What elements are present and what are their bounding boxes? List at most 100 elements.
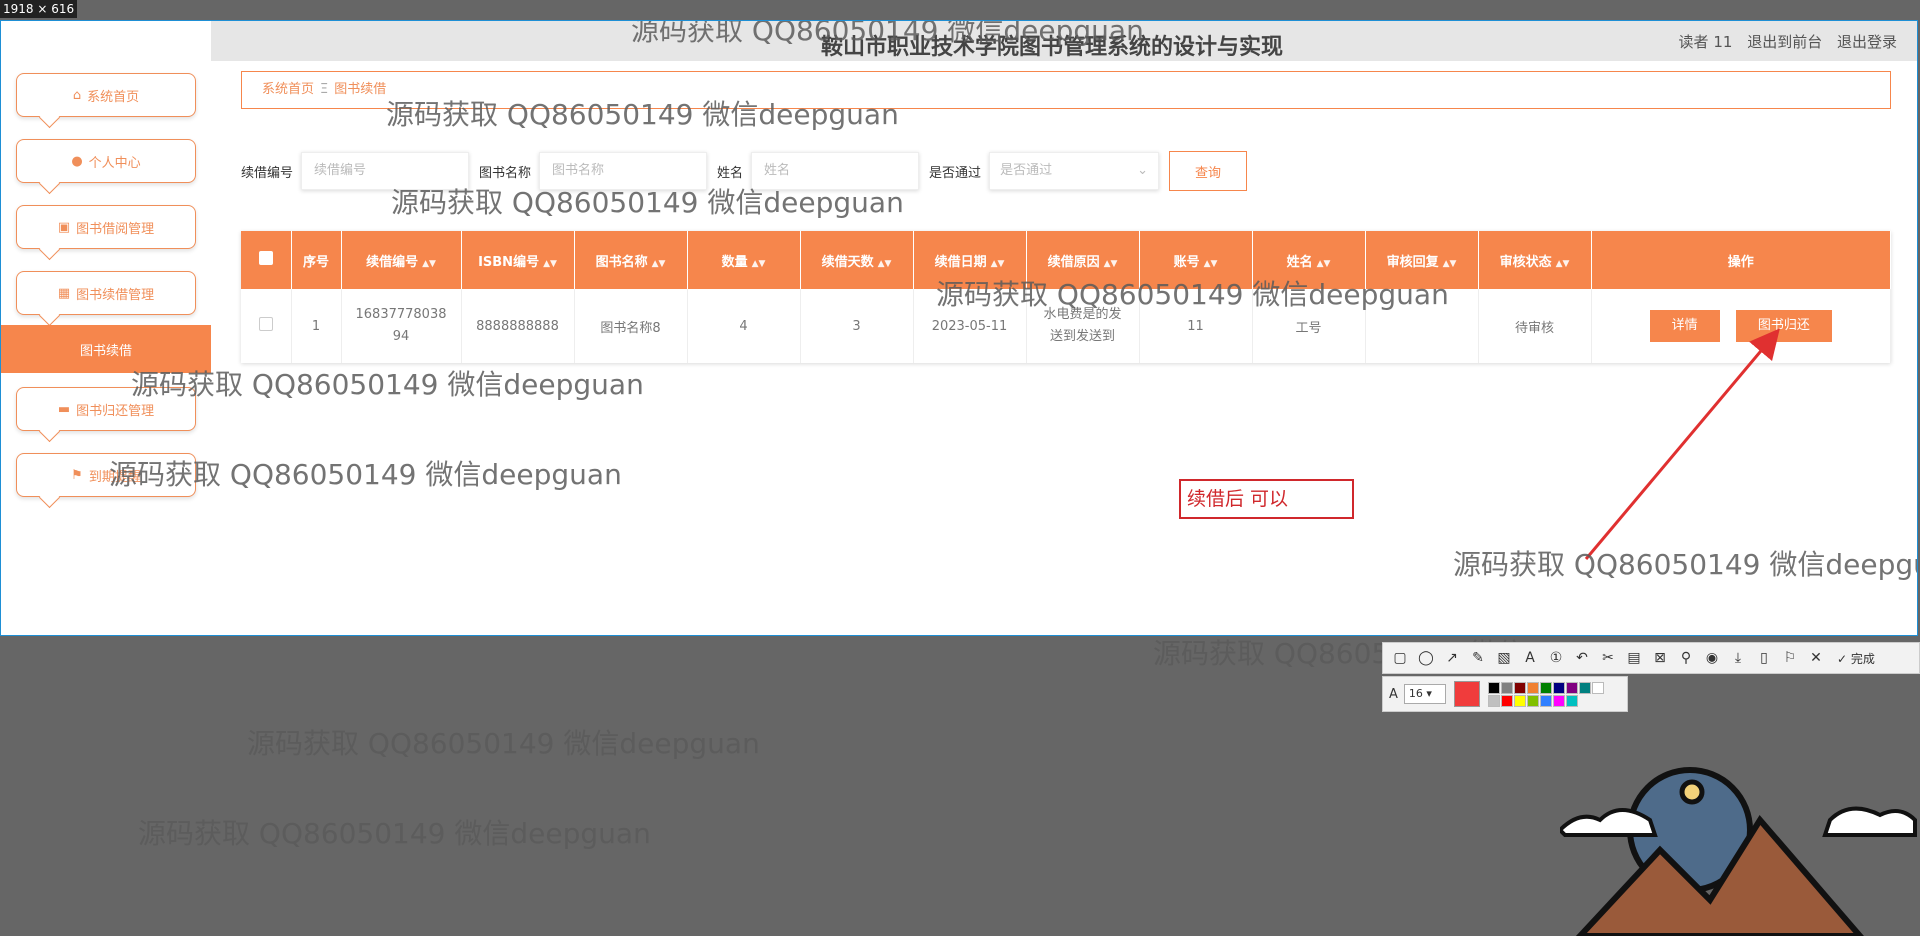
name-label: 姓名 [717, 165, 744, 181]
col-header[interactable]: 续借原因 ▲▼ [1026, 231, 1140, 289]
home-icon: ⌂ [72, 87, 82, 103]
undo-icon[interactable]: ↶ [1569, 650, 1595, 666]
detail-button[interactable]: 详情 [1649, 310, 1720, 342]
col-header[interactable]: 数量 ▲▼ [687, 231, 801, 289]
palette-swatch[interactable] [1565, 681, 1578, 694]
sidebar-item-borrow[interactable]: ▣ 图书借阅管理 [16, 205, 196, 249]
table-header-row: 序号 续借编号 ▲▼ ISBN编号 ▲▼ 图书名称 ▲▼ 数量 ▲▼ 续借天数 ▲▼ 续借… [241, 231, 1891, 289]
palette-swatch[interactable] [1513, 681, 1526, 694]
bookmark-icon[interactable]: ⚐ [1777, 650, 1803, 666]
close-icon[interactable]: ✕ [1803, 650, 1829, 666]
cell-renew-days: 3 [800, 289, 914, 363]
number-tool-icon[interactable]: ① [1543, 650, 1569, 666]
sidebar-item-profile[interactable]: ● 个人中心 [16, 139, 196, 183]
mountain-illustration [1560, 767, 1917, 936]
sort-icon[interactable]: ▲▼ [1104, 259, 1118, 269]
sort-icon[interactable]: ▲▼ [1443, 259, 1457, 269]
capture-size-label: 1918 × 616 [0, 0, 78, 18]
font-size-select[interactable]: 16 ▾ [1403, 684, 1446, 704]
sort-icon[interactable]: ▲▼ [543, 259, 557, 269]
phone-icon[interactable]: ▯ [1751, 650, 1777, 666]
col-header[interactable]: 账号 ▲▼ [1139, 231, 1253, 289]
arrow-tool-icon[interactable]: ↗ [1439, 650, 1465, 666]
done-button[interactable]: ✓ 完成 [1837, 650, 1875, 667]
sort-icon[interactable]: ▲▼ [652, 259, 666, 269]
col-header[interactable]: 续借编号 ▲▼ [341, 231, 462, 289]
sort-icon[interactable]: ▲▼ [1317, 259, 1331, 269]
download-icon[interactable]: ⤓ [1725, 650, 1751, 666]
sidebar-item-renew[interactable]: ▦ 图书续借管理 [16, 271, 196, 315]
col-header[interactable]: ISBN编号 ▲▼ [461, 231, 575, 289]
sidebar-item-due-reminder[interactable]: ⚑ 到期提醒 [16, 453, 196, 497]
return-book-button[interactable]: 图书归还 [1735, 310, 1832, 342]
palette-swatch[interactable] [1552, 681, 1565, 694]
search-form: 续借编号 续借编号 图书名称 图书名称 姓名 姓名 是否通过 是否通过 ⌄ 查询 [241, 151, 1248, 191]
rectangle-tool-icon[interactable]: ▢ [1387, 650, 1413, 666]
header-user-links: 读者 11 退出到前台 退出登录 [1669, 31, 1897, 52]
approved-select[interactable]: 是否通过 ⌄ [989, 152, 1160, 190]
palette-swatch[interactable] [1539, 694, 1552, 707]
current-color-swatch[interactable] [1453, 681, 1480, 707]
palette-swatch[interactable] [1591, 681, 1604, 694]
text-style-toolbar: A 16 ▾ [1382, 676, 1628, 712]
mosaic-tool-icon[interactable]: ▧ [1491, 650, 1517, 666]
palette-swatch[interactable] [1539, 681, 1552, 694]
col-header-label: 审核回复 [1386, 254, 1439, 270]
palette-swatch[interactable] [1526, 694, 1539, 707]
palette-swatch[interactable] [1500, 694, 1513, 707]
select-all-header[interactable] [241, 231, 292, 289]
row-select-cell[interactable] [241, 289, 292, 363]
flag-icon: ⚑ [71, 467, 83, 483]
row-checkbox[interactable] [258, 317, 273, 331]
sidebar-item-home[interactable]: ⌂ 系统首页 [16, 73, 196, 117]
col-header[interactable]: 审核状态 ▲▼ [1478, 231, 1592, 289]
sort-icon[interactable]: ▲▼ [1204, 259, 1218, 269]
cell-renew-date: 2023-05-11 [913, 289, 1027, 363]
ocr-icon[interactable]: ▤ [1621, 650, 1647, 666]
pen-tool-icon[interactable]: ✎ [1465, 650, 1491, 666]
palette-swatch[interactable] [1526, 681, 1539, 694]
cell-reply [1365, 289, 1479, 363]
query-button[interactable]: 查询 [1169, 151, 1248, 191]
record-icon[interactable]: ◉ [1699, 650, 1725, 666]
scissors-icon[interactable]: ✂ [1595, 650, 1621, 666]
palette-swatch[interactable] [1552, 694, 1565, 707]
renew-no-input[interactable]: 续借编号 [301, 152, 470, 190]
text-tool-icon[interactable]: A [1517, 650, 1543, 666]
capture-region[interactable]: 鞍山市职业技术学院图书管理系统的设计与实现 读者 11 退出到前台 退出登录 ⌂… [0, 20, 1918, 636]
col-header[interactable]: 审核回复 ▲▼ [1365, 231, 1479, 289]
select-all-checkbox[interactable] [258, 251, 273, 265]
col-header[interactable]: 续借天数 ▲▼ [800, 231, 914, 289]
sort-icon[interactable]: ▲▼ [422, 259, 436, 269]
sort-icon[interactable]: ▲▼ [1556, 259, 1570, 269]
back-to-front-link[interactable]: 退出到前台 [1747, 33, 1822, 51]
palette-swatch[interactable] [1578, 681, 1591, 694]
sort-icon[interactable]: ▲▼ [991, 259, 1005, 269]
palette-swatch[interactable] [1500, 681, 1513, 694]
sidebar-item-label: 图书借阅管理 [76, 221, 155, 237]
sort-icon[interactable]: ▲▼ [878, 259, 892, 269]
sidebar-subitem-renew-active[interactable]: 图书续借 [1, 325, 211, 373]
name-input[interactable]: 姓名 [751, 152, 920, 190]
annotation-note[interactable]: 续借后 可以 [1179, 479, 1354, 519]
sidebar-item-return[interactable]: ▬ 图书归还管理 [16, 387, 196, 431]
renew-no-line1: 16837778038 [355, 307, 447, 322]
col-header[interactable]: 姓名 ▲▼ [1252, 231, 1366, 289]
pin-icon[interactable]: ⚲ [1673, 650, 1699, 666]
color-palette[interactable] [1487, 681, 1604, 707]
logout-link[interactable]: 退出登录 [1837, 33, 1897, 51]
breadcrumb-home[interactable]: 系统首页 [262, 82, 314, 97]
palette-swatch[interactable] [1513, 694, 1526, 707]
cell-name: 工号 [1252, 289, 1366, 363]
palette-swatch[interactable] [1565, 694, 1578, 707]
palette-swatch[interactable] [1487, 681, 1500, 694]
col-header[interactable]: 续借日期 ▲▼ [913, 231, 1027, 289]
col-header[interactable]: 序号 [291, 231, 342, 289]
book-name-input[interactable]: 图书名称 [539, 152, 708, 190]
font-size-value: 16 [1408, 687, 1423, 700]
sort-icon[interactable]: ▲▼ [752, 259, 766, 269]
ellipse-tool-icon[interactable]: ◯ [1413, 650, 1439, 666]
translate-icon[interactable]: ⊠ [1647, 650, 1673, 666]
palette-swatch[interactable] [1487, 694, 1500, 707]
col-header[interactable]: 图书名称 ▲▼ [574, 231, 688, 289]
